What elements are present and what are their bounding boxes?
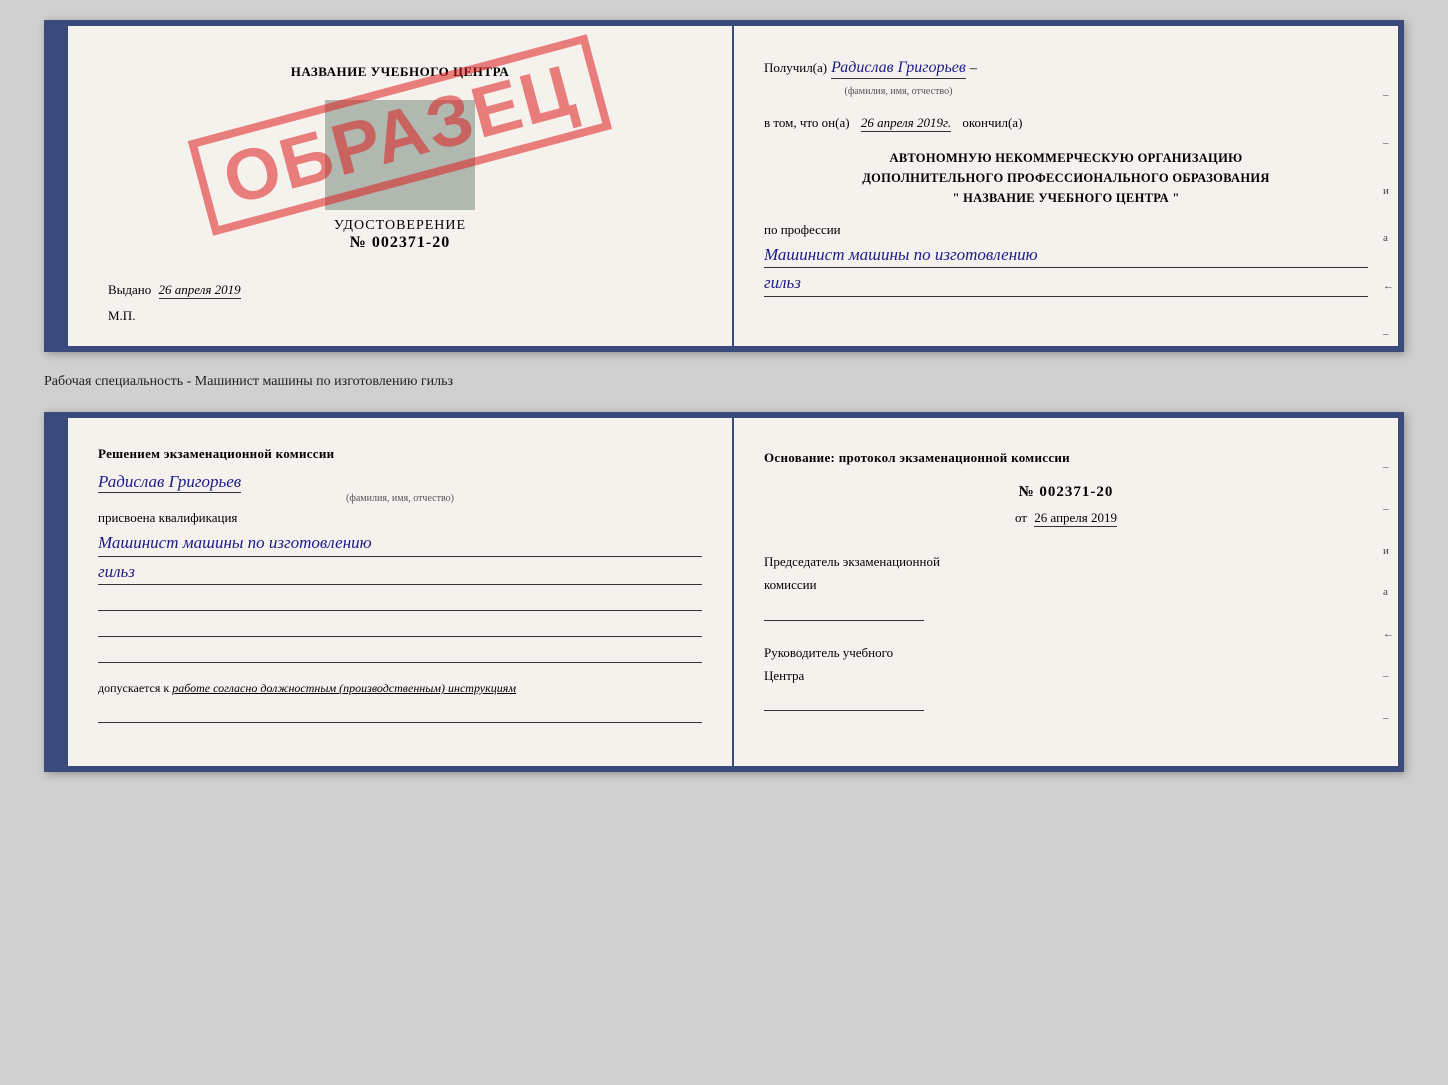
bottom-right-panel: Основание: протокол экзаменационной коми… (734, 418, 1398, 766)
po-professii-label: по профессии (764, 218, 1368, 241)
okoncil-label: окончил(а) (962, 115, 1022, 130)
top-center-name: НАЗВАНИЕ УЧЕБНОГО ЦЕНТРА (291, 64, 510, 80)
completion-date: 26 апреля 2019г. (861, 115, 951, 132)
osnovanie-title: Основание: протокол экзаменационной коми… (764, 446, 1368, 469)
dopuskaetsya-prefix: допускается к (98, 681, 169, 695)
rukovoditel-sig-line (764, 691, 924, 711)
recipient-name-top: Радислав Григорьев (831, 59, 966, 79)
resheniem-title: Решением экзаменационной комиссии (98, 446, 702, 462)
dash: – (970, 56, 977, 81)
fio-label-bottom: (фамилия, имя, отчество) (98, 493, 702, 504)
bottom-left-panel: Решением экзаменационной комиссии Радисл… (68, 418, 734, 766)
profession-bottom: Машинист машины по изготовлению (98, 530, 702, 557)
blank-line-4 (98, 703, 702, 723)
rukovoditel-line2: Центра (764, 664, 1368, 687)
bottom-doc-spine (50, 418, 68, 766)
org-block: АВТОНОМНУЮ НЕКОММЕРЧЕСКУЮ ОРГАНИЗАЦИЮ ДО… (764, 148, 1368, 208)
protocol-date: 26 апреля 2019 (1034, 510, 1117, 527)
cert-photo-placeholder (325, 100, 475, 210)
poluchil-label: Получил(а) (764, 56, 827, 79)
ot-prefix: от (1015, 510, 1027, 525)
ot-date-line: от 26 апреля 2019 (764, 506, 1368, 529)
v-tom-label: в том, что он(а) (764, 115, 850, 130)
blank-line-2 (98, 617, 702, 637)
mp-label: М.П. (108, 308, 135, 324)
profession-bottom-2: гильз (98, 559, 702, 586)
top-doc-spine (50, 26, 68, 346)
bottom-document: Решением экзаменационной комиссии Радисл… (44, 412, 1404, 772)
dopuskaetsya-text: работе согласно должностным (производств… (172, 681, 516, 695)
rukovoditel-block: Руководитель учебного Центра (764, 641, 1368, 712)
org-line2: ДОПОЛНИТЕЛЬНОГО ПРОФЕССИОНАЛЬНОГО ОБРАЗО… (764, 168, 1368, 188)
prisvoena-label: присвоена квалификация (98, 510, 702, 526)
cert-number: № 002371-20 (334, 234, 466, 252)
dopuskaetsya-block: допускается к работе согласно должностны… (98, 679, 702, 697)
profession-top: Машинист машины по изготовлению (764, 242, 1368, 269)
blank-line-3 (98, 643, 702, 663)
rukovoditel-line1: Руководитель учебного (764, 641, 1368, 664)
predsedatel-line1: Председатель экзаменационной (764, 550, 1368, 573)
org-line3: " НАЗВАНИЕ УЧЕБНОГО ЦЕНТРА " (764, 188, 1368, 208)
udostoverenie-title: УДОСТОВЕРЕНИЕ (334, 218, 466, 234)
blank-line-1 (98, 591, 702, 611)
poluchil-line: Получил(а) Радислав Григорьев (фамилия, … (764, 54, 1368, 101)
predsedatel-block: Председатель экзаменационной комиссии (764, 550, 1368, 621)
predsedatel-sig-line (764, 601, 924, 621)
section-label: Рабочая специальность - Машинист машины … (44, 370, 1404, 394)
protocol-number: № 002371-20 (764, 479, 1368, 506)
recipient-name-bottom-wrapper: Радислав Григорьев (98, 472, 241, 493)
recipient-name-bottom: Радислав Григорьев (98, 472, 241, 493)
right-marks-top: – – и а ← – (1383, 86, 1394, 345)
udostoverenie-block: УДОСТОВЕРЕНИЕ № 002371-20 (334, 218, 466, 252)
top-document: НАЗВАНИЕ УЧЕБНОГО ЦЕНТРА УДОСТОВЕРЕНИЕ №… (44, 20, 1404, 352)
top-left-panel: НАЗВАНИЕ УЧЕБНОГО ЦЕНТРА УДОСТОВЕРЕНИЕ №… (68, 26, 734, 346)
fio-label-top: (фамилия, имя, отчество) (831, 83, 966, 101)
vydano-date: 26 апреля 2019 (159, 282, 241, 299)
profession-top-2: гильз (764, 270, 1368, 297)
top-right-panel: Получил(а) Радислав Григорьев (фамилия, … (734, 26, 1398, 346)
org-line1: АВТОНОМНУЮ НЕКОММЕРЧЕСКУЮ ОРГАНИЗАЦИЮ (764, 148, 1368, 168)
vydano-line: Выдано 26 апреля 2019 (108, 282, 241, 298)
vydano-label: Выдано (108, 282, 151, 297)
v-tom-line: в том, что он(а) 26 апреля 2019г. окончи… (764, 111, 1368, 134)
predsedatel-line2: комиссии (764, 573, 1368, 596)
right-marks-bottom: – – и а ← – – (1383, 458, 1394, 729)
